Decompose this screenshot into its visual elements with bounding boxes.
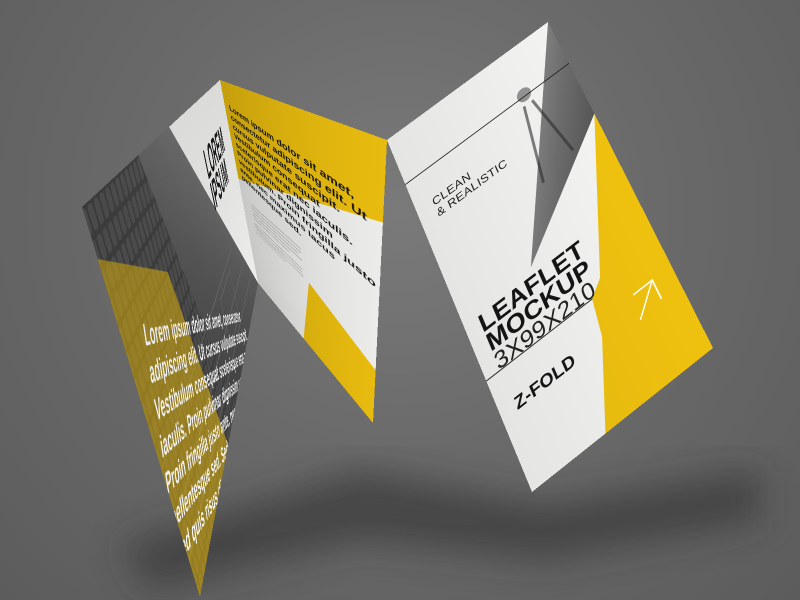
mockup-scene: LOREM IPSUM Lorem ipsum dolor sit amet, … <box>0 0 800 600</box>
